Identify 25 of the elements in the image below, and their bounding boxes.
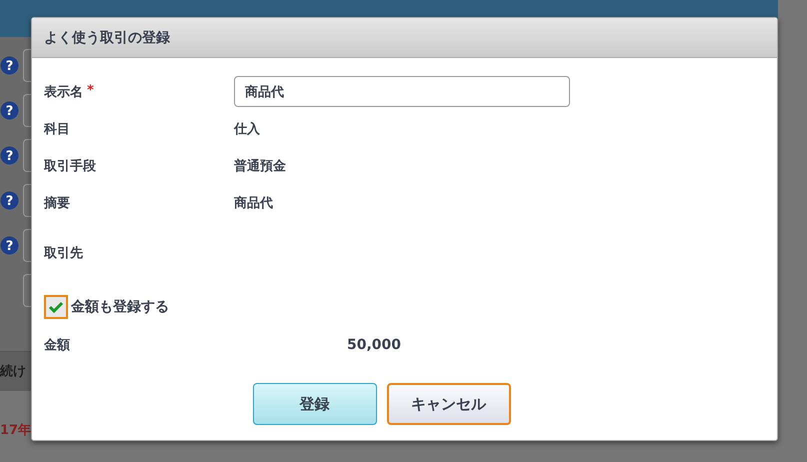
- amount-value: 50,000: [346, 337, 401, 353]
- checkbox-label[interactable]: 金額も登録する: [71, 298, 169, 316]
- cancel-button[interactable]: キャンセル: [386, 383, 510, 425]
- name-input[interactable]: 商品代: [234, 76, 570, 107]
- field-label: 科目: [44, 120, 70, 138]
- field-label: 摘要: [44, 194, 70, 212]
- check-icon: [48, 300, 64, 314]
- field-value: 仕入: [234, 120, 261, 138]
- button-label: 続け: [0, 363, 26, 380]
- help-icon[interactable]: ?: [0, 101, 19, 120]
- checkbox[interactable]: [44, 295, 68, 319]
- field-label: 金額: [44, 336, 71, 354]
- help-icon[interactable]: ?: [0, 191, 19, 210]
- field-value: 商品代: [234, 194, 274, 212]
- field-label: 表示名: [44, 84, 83, 100]
- notice-text: 17年: [0, 422, 32, 438]
- required-mark: *: [87, 82, 94, 100]
- dialog-title: よく使う取引の登録: [32, 18, 777, 58]
- help-icon[interactable]: ?: [0, 56, 19, 76]
- help-icon[interactable]: ?: [0, 146, 19, 166]
- field-label: 取引先: [44, 245, 83, 262]
- field-value: 普通預金: [234, 158, 287, 174]
- register-button[interactable]: 登録: [252, 383, 376, 425]
- help-icon[interactable]: ?: [0, 236, 19, 256]
- field-label: 取引手段: [44, 158, 96, 174]
